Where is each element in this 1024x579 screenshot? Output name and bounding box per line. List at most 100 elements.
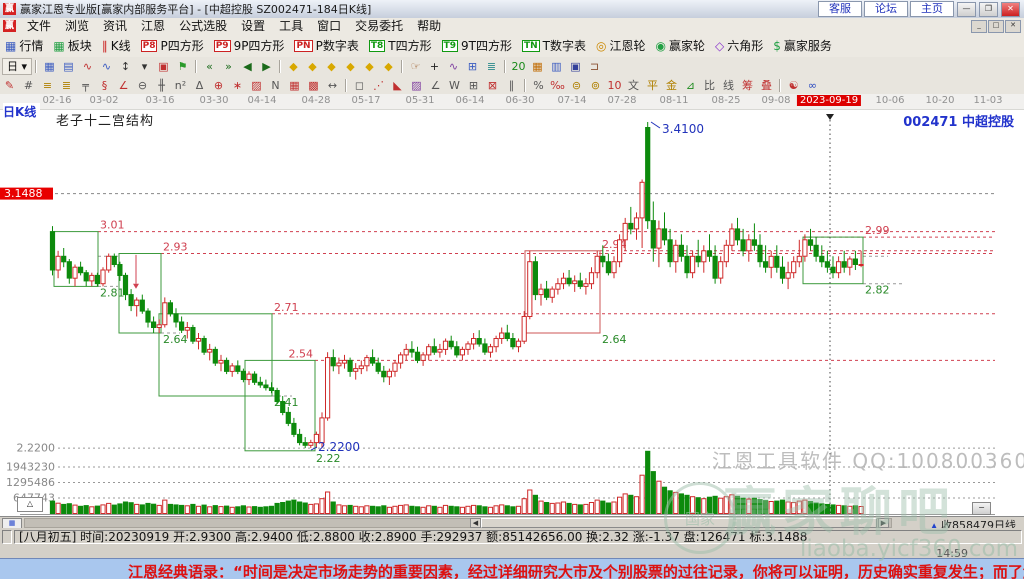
shade-box-icon[interactable]: ▨: [407, 78, 426, 93]
parallel-icon[interactable]: ∥: [502, 78, 521, 93]
t-square-button[interactable]: T8T四方形: [364, 36, 437, 56]
menu-资讯[interactable]: 资讯: [96, 19, 134, 33]
golden-section-icon[interactable]: ≡: [38, 78, 57, 93]
scroll-right-arrow[interactable]: ▶: [878, 518, 889, 528]
net-grid-icon[interactable]: ▦: [285, 78, 304, 93]
t9-square-button[interactable]: T99T四方形: [437, 36, 517, 56]
menu-帮助[interactable]: 帮助: [410, 19, 448, 33]
period-day-dropdown[interactable]: 日 ▾: [2, 58, 32, 75]
angle-line-icon[interactable]: ∠: [426, 78, 445, 93]
starburst-icon[interactable]: ∗: [228, 78, 247, 93]
menu-浏览[interactable]: 浏览: [58, 19, 96, 33]
style-dropdown-icon[interactable]: ▾: [135, 59, 154, 74]
last-bar-icon[interactable]: »: [219, 59, 238, 74]
diamond-zoom-out-icon[interactable]: ◆: [284, 59, 303, 74]
menu-江恩[interactable]: 江恩: [134, 19, 172, 33]
info-book-icon[interactable]: ▤: [59, 59, 78, 74]
mdi-close-button[interactable]: ✕: [1005, 20, 1021, 33]
level-tool-icon[interactable]: 平: [643, 78, 662, 93]
flag-icon[interactable]: ⚑: [173, 59, 192, 74]
line-list-icon[interactable]: ≣: [482, 59, 501, 74]
mdi-minimize-button[interactable]: _: [971, 20, 987, 33]
compare-icon[interactable]: 比: [700, 78, 719, 93]
menu-工具[interactable]: 工具: [272, 19, 310, 33]
text-tool-icon[interactable]: 文: [624, 78, 643, 93]
triangle-tool-icon[interactable]: ⊿: [681, 78, 700, 93]
spiral-icon[interactable]: §: [95, 78, 114, 93]
ray-fan-icon[interactable]: ⋰: [369, 78, 388, 93]
grid-tool-icon[interactable]: ⊞: [464, 78, 483, 93]
comb-line-icon[interactable]: ╫: [152, 78, 171, 93]
gold-circle-icon[interactable]: ⊜: [567, 78, 586, 93]
chips-icon[interactable]: 筹: [738, 78, 757, 93]
calendar-icon[interactable]: 20: [509, 59, 528, 74]
kline-button[interactable]: ∥K线: [97, 36, 136, 56]
trend-curve-blue-icon[interactable]: ∿: [97, 59, 116, 74]
net-grid2-icon[interactable]: ▩: [304, 78, 323, 93]
box-select-icon[interactable]: ◻: [350, 78, 369, 93]
overlay-icon[interactable]: ▣: [154, 59, 173, 74]
prev-bar-icon[interactable]: ◀: [238, 59, 257, 74]
mdi-restore-button[interactable]: □: [988, 20, 1004, 33]
kline-chart-svg[interactable]: 194323012954866477432.22003.14883.012.81…: [0, 109, 1024, 516]
line-cn-icon[interactable]: 线: [719, 78, 738, 93]
save-icon[interactable]: ▣: [566, 59, 585, 74]
notebook-icon[interactable]: ▥: [547, 59, 566, 74]
menu-窗口[interactable]: 窗口: [310, 19, 348, 33]
ten-cycle-icon[interactable]: 10: [605, 78, 624, 93]
grid-red-icon[interactable]: ⊠: [483, 78, 502, 93]
service-button-主页[interactable]: 主页: [910, 1, 954, 17]
gold-tool-icon[interactable]: 金: [662, 78, 681, 93]
infinity-icon[interactable]: ∞: [803, 78, 822, 93]
calculator-icon[interactable]: ▦: [528, 59, 547, 74]
restore-button[interactable]: ❐: [979, 2, 998, 17]
diamond-shift-right-icon[interactable]: ◆: [341, 59, 360, 74]
scroll-left-arrow[interactable]: ◀: [470, 518, 481, 528]
delta-icon[interactable]: Δ: [190, 78, 209, 93]
menu-设置[interactable]: 设置: [234, 19, 272, 33]
diamond-expand-icon[interactable]: ◆: [379, 59, 398, 74]
hexagon-button[interactable]: ◇六角形: [710, 36, 768, 56]
first-bar-icon[interactable]: «: [200, 59, 219, 74]
close-button[interactable]: ✕: [1001, 2, 1020, 17]
gann-wheel-button[interactable]: ◎江恩轮: [591, 36, 651, 56]
diamond-shift-left-icon[interactable]: ◆: [322, 59, 341, 74]
t-table-button[interactable]: TNT数字表: [517, 36, 591, 56]
draw-pen-icon[interactable]: ✎: [0, 78, 19, 93]
next-bar-icon[interactable]: ▶: [257, 59, 276, 74]
p-square-button[interactable]: P8P四方形: [136, 36, 209, 56]
collapse-volume-button[interactable]: −: [972, 502, 991, 515]
wave-icon[interactable]: N: [266, 78, 285, 93]
permille-icon[interactable]: ‰: [548, 78, 567, 93]
menu-文件[interactable]: 文件: [20, 19, 58, 33]
p9-square-button[interactable]: P99P四方形: [209, 36, 290, 56]
chart-window-icon[interactable]: ▦: [40, 59, 59, 74]
zigzag-icon[interactable]: W: [445, 78, 464, 93]
photo-box-icon[interactable]: ▨: [247, 78, 266, 93]
angle-ruler-icon[interactable]: ∠: [114, 78, 133, 93]
bar-style-icon[interactable]: ↕: [116, 59, 135, 74]
split-window-icon[interactable]: ⊞: [463, 59, 482, 74]
arc-icon[interactable]: ⊖: [133, 78, 152, 93]
gann-line-icon[interactable]: #: [19, 78, 38, 93]
diamond-compress-icon[interactable]: ◆: [360, 59, 379, 74]
range-icon[interactable]: ↔: [323, 78, 342, 93]
percent-tool-icon[interactable]: %: [529, 78, 548, 93]
trend-curve-red-icon[interactable]: ∿: [78, 59, 97, 74]
golden-band-icon[interactable]: ≣: [57, 78, 76, 93]
quote-button[interactable]: ▦行情: [0, 36, 48, 56]
menu-交易委托[interactable]: 交易委托: [348, 19, 410, 33]
taiji-icon[interactable]: ☯: [784, 78, 803, 93]
minimize-button[interactable]: —: [957, 2, 976, 17]
export-icon[interactable]: ⊐: [585, 59, 604, 74]
service-button-论坛[interactable]: 论坛: [864, 1, 908, 17]
sector-button[interactable]: ▦板块: [48, 36, 96, 56]
p-table-button[interactable]: PNP数字表: [289, 36, 363, 56]
expand-indicator-button[interactable]: △: [17, 497, 43, 512]
winner-wheel-button[interactable]: ◉赢家轮: [650, 36, 710, 56]
target-circle-icon[interactable]: ⊕: [209, 78, 228, 93]
gold-circle2-icon[interactable]: ⊚: [586, 78, 605, 93]
fan-icon[interactable]: ◣: [388, 78, 407, 93]
winner-service-button[interactable]: $赢家服务: [768, 36, 837, 56]
n-square-icon[interactable]: n²: [171, 78, 190, 93]
